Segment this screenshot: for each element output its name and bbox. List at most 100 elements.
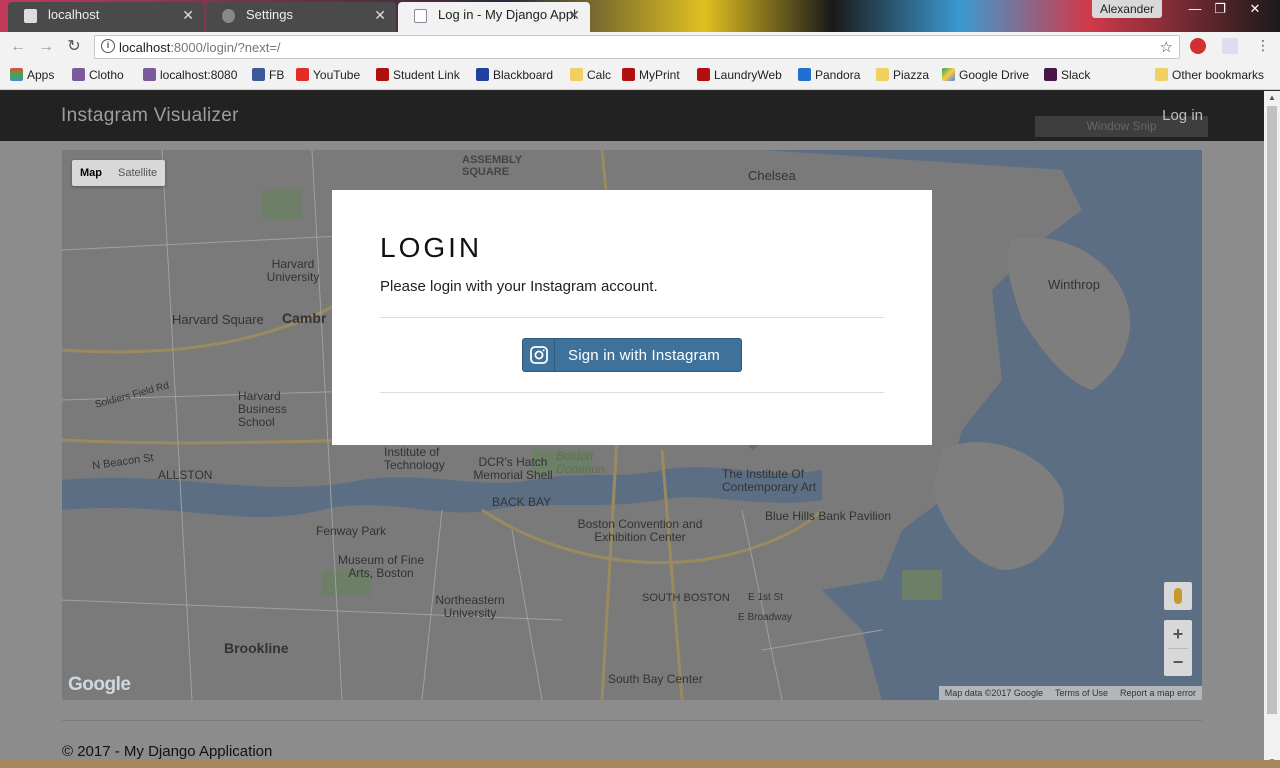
map-label: BACK BAY — [492, 495, 552, 509]
map-label: Fenway Park — [316, 524, 387, 538]
bookmark-clotho[interactable]: Clotho — [72, 68, 124, 82]
map-label: E 1st St — [748, 592, 784, 603]
map-label: Northeastern University — [435, 593, 505, 620]
facebook-icon — [252, 68, 265, 81]
forward-icon[interactable]: → — [36, 37, 56, 57]
back-icon[interactable]: ← — [8, 37, 28, 57]
login-subtitle: Please login with your Instagram account… — [380, 278, 658, 295]
window-close-icon[interactable]: ✕ — [1240, 0, 1270, 20]
map-label: Harvard University — [266, 257, 320, 284]
address-bar[interactable]: i localhost:8000/login/?next=/ ☆ — [94, 35, 1180, 59]
bookmark-localhost[interactable]: localhost:8080 — [143, 68, 237, 82]
map-label: South Bay Center — [608, 672, 703, 686]
page-icon — [24, 9, 37, 23]
bookmark-myprint[interactable]: MyPrint — [622, 68, 680, 82]
navbar: Instagram Visualizer Window Snip Log in — [0, 91, 1264, 141]
bookmark-piazza[interactable]: Piazza — [876, 68, 929, 82]
vertical-scrollbar[interactable]: ▲ ▼ — [1264, 91, 1280, 768]
map-attribution: Map data ©2017 Google Terms of Use Repor… — [938, 686, 1202, 700]
close-icon[interactable]: ✕ — [182, 2, 194, 28]
bookmark-fb[interactable]: FB — [252, 68, 284, 82]
extension-icon[interactable] — [1190, 38, 1206, 54]
os-taskbar — [0, 760, 1280, 768]
bookmarks-bar: Apps Clotho localhost:8080 FB YouTube St… — [0, 62, 1280, 90]
pegman-icon[interactable] — [1164, 582, 1192, 610]
bookmark-youtube[interactable]: YouTube — [296, 68, 360, 82]
youtube-icon — [296, 68, 309, 81]
brand-link[interactable]: Instagram Visualizer — [61, 105, 239, 127]
apps-icon — [10, 68, 23, 81]
sign-in-label: Sign in with Instagram — [568, 347, 720, 364]
extension-icon[interactable] — [1222, 38, 1238, 54]
map-label: ASSEMBLY SQUARE — [462, 154, 522, 178]
map-label: Harvard Business School — [238, 389, 287, 429]
bu-icon — [697, 68, 710, 81]
terms-of-use-link[interactable]: Terms of Use — [1055, 686, 1108, 700]
menu-icon[interactable]: ⋮ — [1256, 38, 1270, 54]
zoom-out-button[interactable]: − — [1164, 648, 1192, 676]
bu-icon — [622, 68, 635, 81]
bookmark-calc[interactable]: Calc — [570, 68, 611, 82]
tab-title: Log in - My Django Appl — [438, 7, 577, 22]
map-label: Winthrop — [1048, 277, 1101, 292]
footer-text: © 2017 - My Django Application — [62, 743, 273, 760]
sign-in-instagram-button[interactable]: Sign in with Instagram — [522, 338, 742, 372]
instagram-icon — [523, 339, 555, 371]
reload-icon[interactable]: ↻ — [64, 37, 84, 57]
blackboard-icon — [476, 68, 489, 81]
window-user-badge[interactable]: Alexander — [1091, 0, 1162, 18]
gear-icon — [222, 9, 235, 23]
login-card: LOGIN Please login with your Instagram a… — [332, 190, 932, 445]
map-label: The Institute Of Contemporary Art — [722, 467, 817, 494]
bookmark-laundryweb[interactable]: LaundryWeb — [697, 68, 782, 82]
login-link[interactable]: Log in — [1162, 107, 1203, 124]
bookmark-other[interactable]: Other bookmarks — [1155, 68, 1264, 82]
folder-icon — [1155, 68, 1168, 81]
folder-icon — [876, 68, 889, 81]
map-label: ALLSTON — [158, 468, 213, 482]
google-logo: Google — [68, 674, 131, 695]
map-label: Boston Common — [556, 449, 605, 476]
footer-divider — [62, 720, 1202, 721]
bookmark-apps[interactable]: Apps — [10, 68, 54, 82]
info-icon[interactable]: i — [101, 39, 115, 53]
map-label: Cambr — [282, 310, 327, 326]
page-viewport: Instagram Visualizer Window Snip Log in — [0, 91, 1264, 768]
map-type-satellite-button[interactable]: Satellite — [110, 160, 165, 186]
restore-icon[interactable]: ❐ — [1205, 0, 1235, 20]
tab-settings[interactable]: Settings ✕ — [206, 2, 396, 32]
report-map-error-link[interactable]: Report a map error — [1120, 686, 1196, 700]
bu-icon — [376, 68, 389, 81]
map-data-text: Map data ©2017 Google — [944, 688, 1043, 698]
close-icon[interactable]: ✕ — [568, 2, 580, 28]
bookmark-google-drive[interactable]: Google Drive — [942, 68, 1029, 82]
map-type-map-button[interactable]: Map — [72, 160, 110, 186]
url-text: localhost:8000/login/?next=/ — [119, 40, 281, 55]
map-label: Harvard Square — [172, 312, 264, 327]
map-label: SOUTH BOSTON — [642, 592, 730, 604]
map-label: Chelsea — [748, 168, 796, 183]
tab-login[interactable]: Log in - My Django Appl ✕ — [398, 2, 590, 32]
close-icon[interactable]: ✕ — [374, 2, 386, 28]
tab-localhost[interactable]: localhost ✕ — [8, 2, 204, 32]
map-label: Institute of Technology — [384, 445, 445, 472]
login-title: LOGIN — [380, 232, 483, 263]
bookmark-blackboard[interactable]: Blackboard — [476, 68, 553, 82]
page-icon — [414, 9, 427, 23]
pandora-icon — [798, 68, 811, 81]
clotho-icon — [143, 68, 156, 81]
clotho-icon — [72, 68, 85, 81]
bookmark-pandora[interactable]: Pandora — [798, 68, 860, 82]
zoom-in-button[interactable]: + — [1164, 620, 1192, 648]
bookmark-student-link[interactable]: Student Link — [376, 68, 460, 82]
map-label: Blue Hills Bank Pavilion — [765, 509, 892, 523]
bookmark-star-icon[interactable]: ☆ — [1160, 38, 1173, 56]
scrollbar-thumb[interactable] — [1267, 106, 1277, 714]
google-drive-icon — [942, 68, 955, 81]
map-label: E Broadway — [738, 612, 792, 623]
tab-title: localhost — [48, 7, 100, 22]
bookmark-slack[interactable]: Slack — [1044, 68, 1090, 82]
map-type-control: Map Satellite — [72, 160, 166, 186]
scroll-up-icon[interactable]: ▲ — [1268, 93, 1276, 102]
browser-toolbar: ← → ↻ i localhost:8000/login/?next=/ ☆ — [0, 32, 1280, 62]
